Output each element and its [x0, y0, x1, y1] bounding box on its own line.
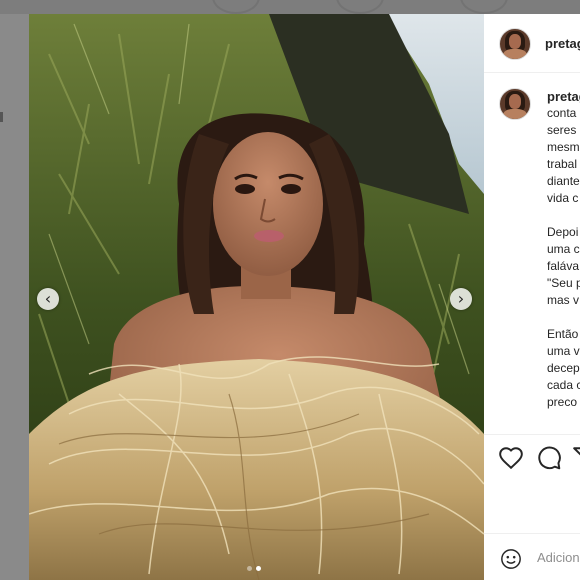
share-icon[interactable] [572, 445, 580, 471]
post-side-panel: pretag pretag conta seres mesm trabal di… [484, 14, 580, 580]
caption-line: Então [547, 327, 579, 341]
caption-line: mas v [547, 293, 580, 307]
carousel-dot [247, 566, 252, 571]
post-header: pretag [484, 14, 580, 73]
caption-line: seres [547, 123, 577, 137]
comment-icon[interactable] [536, 445, 562, 471]
caption-line: "Seu p [547, 276, 580, 290]
carousel-dot [256, 566, 261, 571]
emoji-icon[interactable] [500, 548, 522, 570]
caption-line: vida c [547, 191, 579, 205]
photo-illustration [29, 14, 484, 580]
avatar[interactable] [499, 28, 531, 60]
post-actions [484, 434, 580, 523]
caption-line: conta [547, 106, 577, 120]
carousel-next-button[interactable]: › [450, 288, 472, 310]
caption-line: trabal [547, 157, 578, 171]
post-photo[interactable] [29, 14, 484, 580]
heart-icon[interactable] [498, 445, 524, 471]
caption-line: faláva [547, 259, 580, 273]
caption-line: mesm [547, 140, 580, 154]
caption-line: preco [547, 395, 578, 409]
carousel-dots [247, 566, 261, 571]
caption-paragraph-1: conta seres mesm trabal diante vida c [547, 105, 580, 207]
caption-line: cada c [547, 378, 580, 392]
caption-username[interactable]: pretag [547, 89, 580, 104]
comment-bar [484, 533, 580, 580]
caption-paragraph-2: Depoi uma c faláva "Seu p mas v [547, 224, 580, 309]
header-username[interactable]: pretag [545, 36, 580, 51]
caption-avatar[interactable] [499, 88, 531, 120]
add-comment-input[interactable] [537, 550, 580, 565]
caption-line: Depoi [547, 225, 579, 239]
caption-line: uma v [547, 344, 580, 358]
caption-paragraph-3: Então uma v decep cada c preco [547, 326, 580, 411]
caption-line: decep [547, 361, 580, 375]
caption-line: uma c [547, 242, 580, 256]
post-caption: conta seres mesm trabal diante vida c De… [547, 105, 580, 428]
backdrop-edge-mark [0, 112, 3, 122]
caption-line: diante [547, 174, 580, 188]
carousel-prev-button[interactable]: ‹ [37, 288, 59, 310]
